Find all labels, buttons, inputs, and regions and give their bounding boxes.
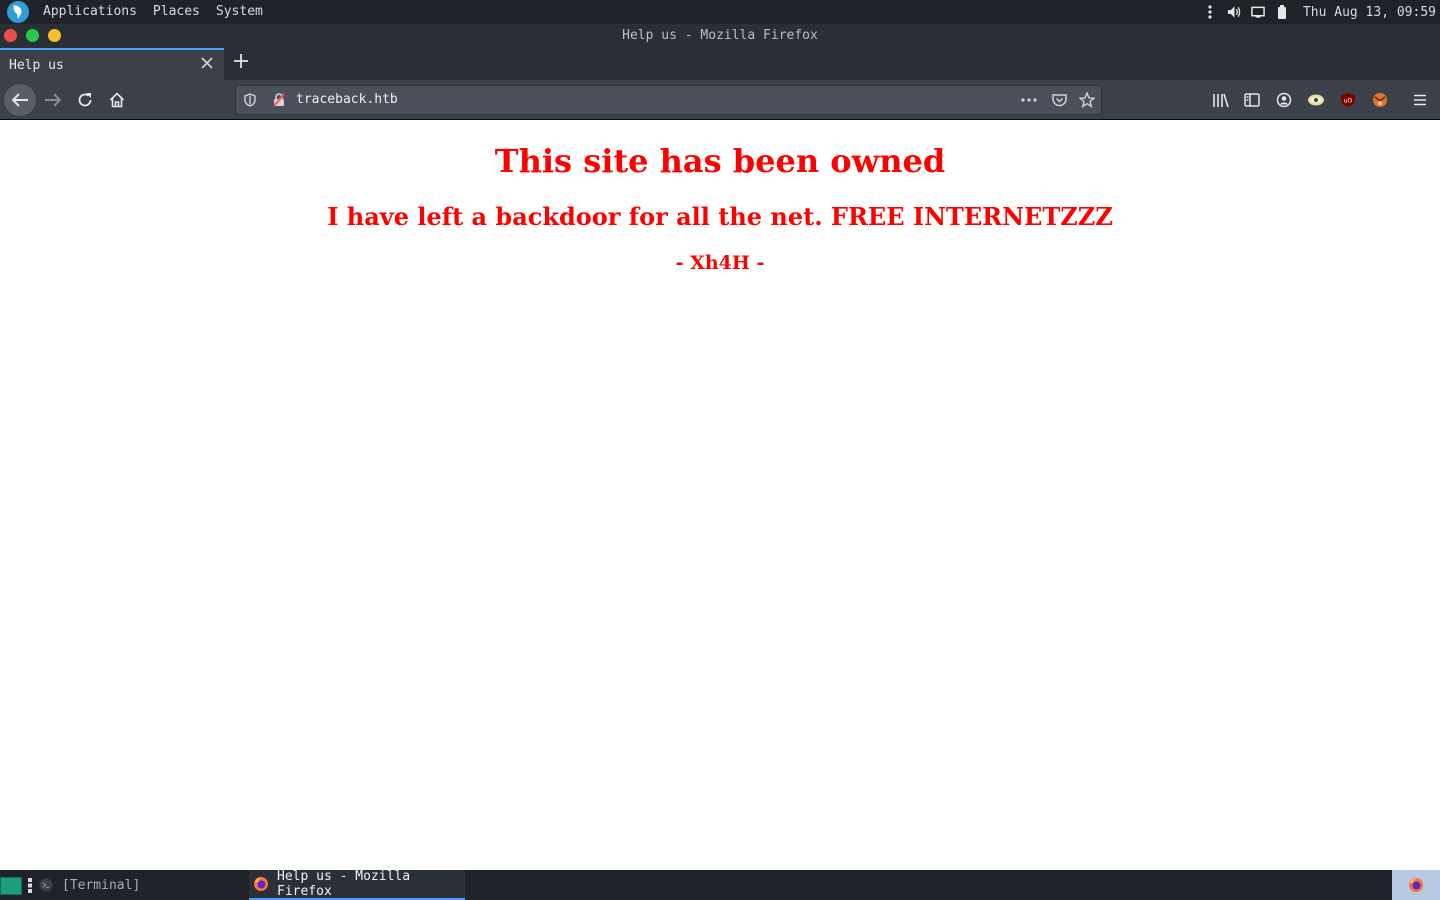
menu-applications[interactable]: Applications — [35, 0, 145, 24]
page-heading: This site has been owned — [494, 142, 946, 180]
show-desktop-button[interactable] — [0, 877, 22, 895]
bookmark-star-icon[interactable] — [1079, 92, 1095, 108]
panel-handle-icon[interactable] — [28, 878, 32, 893]
library-icon[interactable] — [1211, 91, 1229, 109]
insecure-lock-icon[interactable] — [271, 92, 287, 108]
new-tab-button[interactable] — [230, 52, 252, 74]
extension-cookie-icon[interactable] — [1307, 91, 1325, 109]
top-panel: Applications Places System Thu Aug 13, 0… — [0, 0, 1440, 24]
home-button[interactable] — [101, 84, 133, 116]
hamburger-menu-icon[interactable] — [1411, 91, 1429, 109]
navigation-toolbar: traceback.htb uO — [0, 80, 1440, 120]
ublock-origin-icon[interactable]: uO — [1339, 91, 1357, 109]
page-subheading: I have left a backdoor for all the net. … — [327, 202, 1113, 231]
battery-icon[interactable] — [1275, 5, 1289, 19]
tab-strip: Help us — [0, 48, 1440, 80]
arrow-left-icon — [11, 93, 28, 107]
window-title: Help us - Mozilla Firefox — [622, 28, 818, 43]
distro-logo-icon[interactable] — [7, 1, 29, 23]
menu-places[interactable]: Places — [145, 0, 208, 24]
task-label: [Terminal] — [62, 877, 141, 893]
plus-icon — [234, 54, 248, 68]
page-content: This site has been owned I have left a b… — [0, 121, 1440, 870]
account-icon[interactable] — [1275, 91, 1293, 109]
home-icon — [109, 92, 125, 108]
back-button[interactable] — [4, 84, 36, 116]
close-tab-icon[interactable] — [199, 56, 215, 72]
system-tray: Thu Aug 13, 09:59 — [1203, 0, 1440, 24]
display-icon[interactable] — [1251, 5, 1265, 19]
tab-help-us[interactable]: Help us — [0, 48, 224, 80]
task-terminal[interactable]: [Terminal] — [38, 870, 243, 900]
url-bar[interactable]: traceback.htb — [235, 85, 1102, 115]
clock[interactable]: Thu Aug 13, 09:59 — [1303, 5, 1436, 20]
tray-firefox-button[interactable] — [1392, 870, 1440, 900]
page-actions-icon[interactable] — [1021, 92, 1037, 108]
tracking-shield-icon[interactable] — [242, 92, 258, 108]
extension-foxy-icon[interactable] — [1371, 91, 1389, 109]
sidebar-icon[interactable] — [1243, 91, 1261, 109]
forward-button[interactable] — [37, 84, 69, 116]
bottom-taskbar: [Terminal] Help us - Mozilla Firefox — [0, 869, 1440, 900]
pocket-icon[interactable] — [1051, 92, 1067, 108]
firefox-icon — [253, 876, 269, 892]
volume-icon[interactable] — [1227, 5, 1241, 19]
menu-system[interactable]: System — [208, 0, 271, 24]
svg-text:uO: uO — [1344, 98, 1353, 105]
terminal-icon — [38, 877, 54, 893]
kebab-menu-icon[interactable] — [1203, 5, 1217, 19]
page-signature: - Xh4H - — [675, 252, 765, 274]
arrow-right-icon — [45, 93, 62, 107]
task-firefox[interactable]: Help us - Mozilla Firefox — [249, 869, 465, 900]
task-label: Help us - Mozilla Firefox — [277, 869, 411, 899]
tab-label: Help us — [9, 57, 64, 73]
reload-icon — [78, 93, 92, 107]
url-text[interactable]: traceback.htb — [296, 86, 398, 114]
window-titlebar[interactable]: Help us - Mozilla Firefox — [0, 24, 1440, 48]
reload-button[interactable] — [69, 84, 101, 116]
firefox-icon — [1409, 878, 1423, 892]
